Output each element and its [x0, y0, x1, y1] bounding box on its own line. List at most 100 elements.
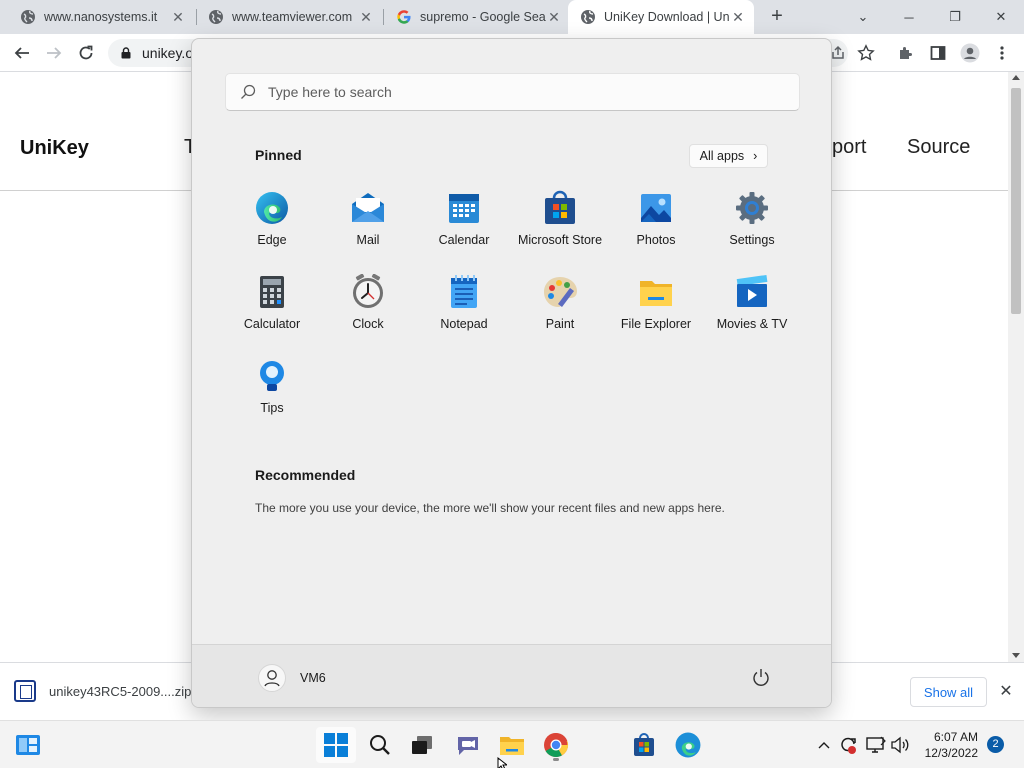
browser-tab-strip: www.nanosystems.it ✕ www.teamviewer.com …: [0, 0, 1024, 34]
profile-button[interactable]: [958, 41, 982, 65]
search-button[interactable]: [360, 727, 400, 763]
user-name[interactable]: VM6: [300, 671, 326, 685]
tab-google-search[interactable]: supremo - Google Sea ✕: [376, 0, 570, 34]
pinned-app-calculator[interactable]: Calculator: [224, 274, 320, 356]
pinned-app-photos[interactable]: Photos: [608, 190, 704, 272]
site-nav-support-link[interactable]: port: [832, 136, 866, 159]
tab-nanosystems[interactable]: www.nanosystems.it ✕: [0, 0, 194, 34]
start-button[interactable]: [316, 727, 356, 763]
search-icon: [241, 84, 256, 99]
close-download-bar-icon[interactable]: ✕: [997, 681, 1015, 701]
page-scrollbar[interactable]: [1008, 72, 1024, 662]
tab-close-icon[interactable]: ✕: [546, 9, 562, 26]
pinned-app-clock[interactable]: Clock: [320, 274, 416, 356]
start-search-input[interactable]: Type here to search: [225, 73, 800, 111]
back-arrow-icon: [14, 47, 29, 59]
side-panel-button[interactable]: [926, 41, 950, 65]
forward-button[interactable]: [42, 41, 66, 65]
app-label: Paint: [545, 317, 575, 331]
tab-close-icon[interactable]: ✕: [730, 9, 746, 26]
globe-icon: [209, 10, 223, 24]
taskbar-microsoft-store[interactable]: [624, 727, 664, 763]
address-text: unikey.o: [142, 45, 194, 61]
download-item[interactable]: unikey43RC5-2009....zip: [14, 680, 191, 702]
minimize-button[interactable]: ─: [886, 0, 932, 34]
power-icon[interactable]: [750, 667, 772, 689]
side-panel-icon: [930, 46, 946, 60]
pinned-app-mail[interactable]: Mail: [320, 190, 416, 272]
tab-unikey-active[interactable]: UniKey Download | Un ✕: [568, 0, 754, 34]
edge-icon: [675, 732, 701, 758]
site-logo-text[interactable]: UniKey: [20, 137, 89, 160]
taskbar-chrome[interactable]: [536, 727, 576, 763]
tips-icon: [260, 361, 284, 391]
running-indicator: [553, 758, 559, 761]
volume-icon[interactable]: [890, 735, 910, 755]
pinned-app-movies-tv[interactable]: Movies & TV: [704, 274, 800, 356]
taskbar-clock[interactable]: 6:07 AM 12/3/2022: [922, 729, 978, 761]
notification-badge[interactable]: 2: [987, 736, 1004, 753]
pinned-app-paint[interactable]: Paint: [512, 274, 608, 356]
sync-status-icon[interactable]: [838, 735, 858, 755]
download-filename: unikey43RC5-2009....zip: [49, 683, 192, 699]
chat-button[interactable]: [448, 727, 488, 763]
extensions-button[interactable]: [894, 41, 918, 65]
edge-icon: [256, 192, 288, 224]
site-nav-source-link[interactable]: Source: [907, 136, 970, 159]
new-tab-button[interactable]: +: [766, 6, 788, 28]
settings-icon: [736, 192, 768, 224]
pinned-app-notepad[interactable]: Notepad: [416, 274, 512, 356]
show-all-button[interactable]: Show all: [910, 677, 987, 707]
forward-arrow-icon: [47, 47, 62, 59]
photos-icon: [641, 194, 671, 222]
restore-button[interactable]: ❐: [932, 0, 978, 34]
teams-chat-icon: [458, 737, 478, 755]
pinned-app-settings[interactable]: Settings: [704, 190, 800, 272]
taskbar-edge[interactable]: [668, 727, 708, 763]
search-icon: [370, 735, 390, 755]
search-placeholder: Type here to search: [268, 84, 392, 100]
scrollbar-thumb[interactable]: [1011, 88, 1021, 314]
pinned-app-edge[interactable]: Edge: [224, 190, 320, 272]
start-footer: VM6: [192, 644, 831, 707]
taskbar: 6:07 AM 12/3/2022 2: [0, 720, 1024, 768]
avatar-icon: [960, 43, 980, 63]
user-avatar-icon[interactable]: [258, 664, 286, 692]
reload-button[interactable]: [74, 41, 98, 65]
reload-icon: [79, 45, 93, 60]
scroll-up-icon[interactable]: [1012, 75, 1020, 80]
app-label: Calendar: [438, 233, 490, 247]
pinned-app-microsoft-store[interactable]: Microsoft Store: [512, 190, 608, 272]
back-button[interactable]: [10, 41, 34, 65]
pinned-app-file-explorer[interactable]: File Explorer: [608, 274, 704, 356]
network-icon[interactable]: [866, 735, 886, 755]
app-label: Notepad: [440, 317, 488, 331]
tab-title: www.teamviewer.com: [232, 10, 353, 24]
tab-close-icon[interactable]: ✕: [170, 9, 186, 26]
scroll-down-icon[interactable]: [1012, 653, 1020, 658]
globe-icon: [581, 10, 595, 24]
bookmark-button[interactable]: [854, 41, 878, 65]
tab-teamviewer[interactable]: www.teamviewer.com ✕: [188, 0, 382, 34]
pinned-app-calendar[interactable]: Calendar: [416, 190, 512, 272]
mouse-cursor-icon: [497, 757, 507, 768]
pinned-app-tips[interactable]: Tips: [224, 358, 320, 440]
recommended-title: Recommended: [255, 467, 356, 483]
all-apps-button[interactable]: All apps ›: [689, 144, 768, 168]
tab-search-button[interactable]: ⌄: [840, 0, 886, 34]
store-icon: [545, 190, 575, 224]
app-label: Tips: [260, 401, 284, 415]
calendar-icon: [449, 194, 479, 223]
menu-button[interactable]: [990, 41, 1014, 65]
widgets-button[interactable]: [8, 727, 48, 763]
task-view-button[interactable]: [402, 727, 442, 763]
google-icon: [397, 10, 411, 24]
windows-logo-icon: [324, 733, 348, 757]
tab-close-icon[interactable]: ✕: [358, 9, 374, 26]
start-menu: Type here to search Pinned All apps › Ed…: [191, 38, 832, 708]
monitor-network-icon: [866, 736, 886, 753]
app-label: Calculator: [243, 317, 301, 331]
close-window-button[interactable]: ✕: [978, 0, 1024, 34]
show-hidden-icons-button[interactable]: [814, 735, 834, 755]
speaker-icon: [891, 736, 909, 754]
